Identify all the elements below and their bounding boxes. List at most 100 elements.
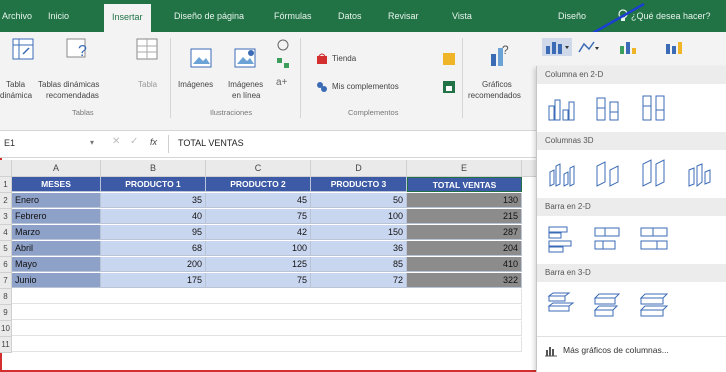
name-box-dropdown-icon[interactable]: ▾ (90, 138, 94, 147)
cell-value[interactable]: 35 (101, 193, 206, 208)
tab-revisar[interactable]: Revisar (388, 0, 419, 32)
cell-month[interactable]: Febrero (12, 209, 101, 224)
header-cell-producto-1[interactable]: PRODUCTO 1 (101, 177, 206, 192)
stock-chart-icon[interactable] (664, 40, 686, 59)
empty-row[interactable] (12, 337, 522, 352)
more-column-charts-link[interactable]: Más gráficos de columnas... (563, 345, 669, 355)
cell-total[interactable]: 204 (407, 241, 522, 256)
cell-value[interactable]: 50 (311, 193, 407, 208)
cell-value[interactable]: 175 (101, 273, 206, 288)
bing-maps-icon[interactable] (443, 52, 455, 70)
row-header[interactable]: 6 (0, 257, 12, 273)
cell-value[interactable]: 42 (206, 225, 311, 240)
cell-total[interactable]: 287 (407, 225, 522, 240)
cell-value[interactable]: 150 (311, 225, 407, 240)
cell-value[interactable]: 125 (206, 257, 311, 272)
cell-value[interactable]: 68 (101, 241, 206, 256)
name-box[interactable]: E1 (4, 138, 15, 148)
3d-stacked-100-bar-option-icon[interactable] (639, 290, 669, 320)
select-all-corner[interactable] (0, 160, 12, 177)
recommended-pivot-icon[interactable]: ? (66, 38, 90, 65)
tab-insertar[interactable]: Insertar (104, 4, 151, 32)
cell-value[interactable]: 95 (101, 225, 206, 240)
empty-row[interactable] (12, 289, 522, 304)
empty-row[interactable] (12, 305, 522, 320)
cell-month[interactable]: Marzo (12, 225, 101, 240)
my-addins-icon[interactable] (316, 80, 328, 98)
col-header-c[interactable]: C (206, 160, 311, 177)
formula-input[interactable]: TOTAL VENTAS (178, 138, 244, 148)
col-header-e[interactable]: E (407, 160, 522, 177)
fx-icon[interactable]: fx (150, 137, 157, 147)
bar-chart-icon[interactable] (618, 40, 640, 59)
column-chart-icon[interactable] (542, 38, 572, 61)
col-header-d[interactable]: D (311, 160, 407, 177)
mis-complementos-button[interactable]: Mis complementos (332, 82, 399, 91)
header-cell-meses[interactable]: MESES (12, 177, 101, 192)
stacked-bar-option-icon[interactable] (593, 224, 623, 254)
line-chart-icon[interactable] (578, 40, 600, 59)
shapes-icon[interactable] (276, 38, 290, 57)
tienda-button[interactable]: Tienda (332, 54, 356, 63)
cell-value[interactable]: 75 (206, 273, 311, 288)
cell-value[interactable]: 72 (311, 273, 407, 288)
cell-value[interactable]: 100 (311, 209, 407, 224)
tab-inicio[interactable]: Inicio (48, 0, 69, 32)
cell-total[interactable]: 410 (407, 257, 522, 272)
row-header[interactable]: 5 (0, 241, 12, 257)
cell-value[interactable]: 85 (311, 257, 407, 272)
tab-formulas[interactable]: Fórmulas (274, 0, 312, 32)
smartart-icon[interactable] (276, 56, 290, 74)
cell-total[interactable]: 215 (407, 209, 522, 224)
stacked-100-column-option-icon[interactable] (639, 92, 669, 122)
stacked-100-bar-option-icon[interactable] (639, 224, 669, 254)
cell-value[interactable]: 36 (311, 241, 407, 256)
cell-value[interactable]: 75 (206, 209, 311, 224)
cell-value[interactable]: 100 (206, 241, 311, 256)
tab-vista[interactable]: Vista (452, 0, 472, 32)
row-header[interactable]: 8 (0, 289, 12, 305)
row-header[interactable]: 4 (0, 225, 12, 241)
people-graph-icon[interactable] (443, 80, 455, 98)
empty-row[interactable] (12, 321, 522, 336)
cell-total[interactable]: 322 (407, 273, 522, 288)
header-cell-producto-2[interactable]: PRODUCTO 2 (206, 177, 311, 192)
tab-archivo[interactable]: Archivo (2, 0, 32, 32)
header-cell-total-ventas[interactable]: TOTAL VENTAS (407, 177, 522, 192)
row-header[interactable]: 3 (0, 209, 12, 225)
enter-icon[interactable]: ✓ (130, 136, 138, 147)
cancel-icon[interactable]: ✕ (112, 136, 120, 147)
cell-month[interactable]: Mayo (12, 257, 101, 272)
cell-month[interactable]: Abril (12, 241, 101, 256)
row-header[interactable]: 2 (0, 193, 12, 209)
tab-diseno-pagina[interactable]: Diseño de página (174, 0, 244, 32)
row-header[interactable]: 10 (0, 321, 12, 337)
store-icon[interactable] (316, 52, 328, 70)
header-cell-producto-3[interactable]: PRODUCTO 3 (311, 177, 407, 192)
3d-clustered-column-option-icon[interactable] (547, 158, 577, 188)
cell-total[interactable]: 130 (407, 193, 522, 208)
stacked-column-option-icon[interactable] (593, 92, 623, 122)
col-header-a[interactable]: A (12, 160, 101, 177)
3d-column-option-icon[interactable] (685, 158, 715, 188)
row-header[interactable]: 9 (0, 305, 12, 321)
tab-datos[interactable]: Datos (338, 0, 362, 32)
images-icon[interactable] (190, 48, 212, 73)
cell-month[interactable]: Enero (12, 193, 101, 208)
col-header-b[interactable]: B (101, 160, 206, 177)
table-icon[interactable] (136, 38, 158, 65)
3d-stacked-100-column-option-icon[interactable] (639, 158, 669, 188)
row-header[interactable]: 11 (0, 337, 12, 353)
cell-value[interactable]: 200 (101, 257, 206, 272)
row-header[interactable]: 1 (0, 177, 12, 193)
recommended-charts-icon[interactable]: ? (490, 42, 512, 73)
clustered-column-option-icon[interactable] (547, 92, 577, 122)
pivot-table-icon[interactable] (12, 38, 34, 65)
row-header[interactable]: 7 (0, 273, 12, 289)
cell-value[interactable]: 45 (206, 193, 311, 208)
3d-stacked-bar-option-icon[interactable] (593, 290, 623, 320)
online-images-icon[interactable] (234, 48, 256, 73)
screenshot-icon[interactable]: a+ (276, 74, 290, 92)
3d-stacked-column-option-icon[interactable] (593, 158, 623, 188)
cell-month[interactable]: Junio (12, 273, 101, 288)
